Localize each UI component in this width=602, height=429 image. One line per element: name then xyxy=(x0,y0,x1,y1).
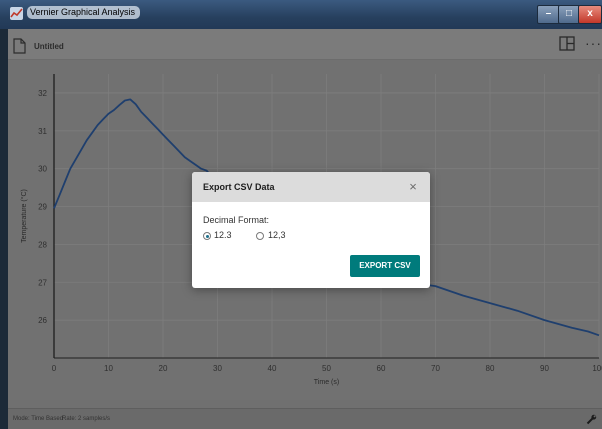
y-tick-label: 31 xyxy=(38,127,47,136)
radio-decimal-comma-label[interactable]: 12,3 xyxy=(268,230,286,240)
app-header: Untitled ··· xyxy=(8,29,602,60)
export-csv-button[interactable]: EXPORT CSV xyxy=(350,255,420,277)
status-bar: Mode: Time Based Rate: 2 samples/s xyxy=(8,408,602,429)
x-tick-label: 90 xyxy=(540,364,549,373)
radio-decimal-comma[interactable] xyxy=(256,232,264,240)
y-tick-label: 29 xyxy=(38,203,47,212)
x-tick-label: 40 xyxy=(268,364,277,373)
y-tick-label: 28 xyxy=(38,240,47,249)
minimize-button[interactable]: – xyxy=(537,5,560,24)
title-bar[interactable]: Vernier Graphical Analysis – □ x xyxy=(0,0,602,29)
x-tick-label: 10 xyxy=(104,364,113,373)
y-tick-label: 32 xyxy=(38,89,47,98)
y-tick-label: 26 xyxy=(38,316,47,325)
wrench-icon[interactable] xyxy=(586,414,597,425)
export-csv-dialog: Export CSV Data × Decimal Format: 12.3 1… xyxy=(192,172,430,288)
y-tick-labels: 26 27 28 29 30 31 32 xyxy=(38,89,47,325)
status-rate: Rate: 2 samples/s xyxy=(62,416,111,422)
maximize-button[interactable]: □ xyxy=(558,5,580,24)
status-mode: Mode: Time Based xyxy=(13,416,64,422)
layout-icon[interactable] xyxy=(559,36,575,51)
window-title: Vernier Graphical Analysis xyxy=(27,6,141,19)
document-icon[interactable] xyxy=(13,38,26,54)
app-icon xyxy=(10,7,23,20)
app-window: Vernier Graphical Analysis – □ x Untitle… xyxy=(0,0,602,429)
y-axis-label: Temperature (°C) xyxy=(20,189,28,243)
x-tick-label: 70 xyxy=(431,364,440,373)
radio-decimal-dot[interactable] xyxy=(203,232,211,240)
decimal-format-label: Decimal Format: xyxy=(203,215,270,225)
x-tick-labels: 0 10 20 30 40 50 60 70 80 90 100 xyxy=(52,364,602,373)
y-tick-label: 30 xyxy=(38,165,47,174)
more-icon[interactable]: ··· xyxy=(585,36,602,50)
x-tick-label: 0 xyxy=(52,364,57,373)
x-tick-label: 60 xyxy=(377,364,386,373)
x-axis-label: Time (s) xyxy=(314,379,339,386)
close-icon[interactable]: × xyxy=(405,179,421,195)
radio-decimal-dot-label[interactable]: 12.3 xyxy=(214,230,232,240)
x-tick-label: 20 xyxy=(159,364,168,373)
x-tick-label: 30 xyxy=(213,364,222,373)
dialog-title: Export CSV Data xyxy=(203,182,275,192)
x-tick-label: 80 xyxy=(486,364,495,373)
y-tick-label: 27 xyxy=(38,278,47,287)
x-tick-label: 100 xyxy=(592,364,602,373)
document-title[interactable]: Untitled xyxy=(34,42,64,51)
dialog-header: Export CSV Data × xyxy=(192,172,430,202)
x-tick-label: 50 xyxy=(322,364,331,373)
close-window-button[interactable]: x xyxy=(578,5,602,24)
